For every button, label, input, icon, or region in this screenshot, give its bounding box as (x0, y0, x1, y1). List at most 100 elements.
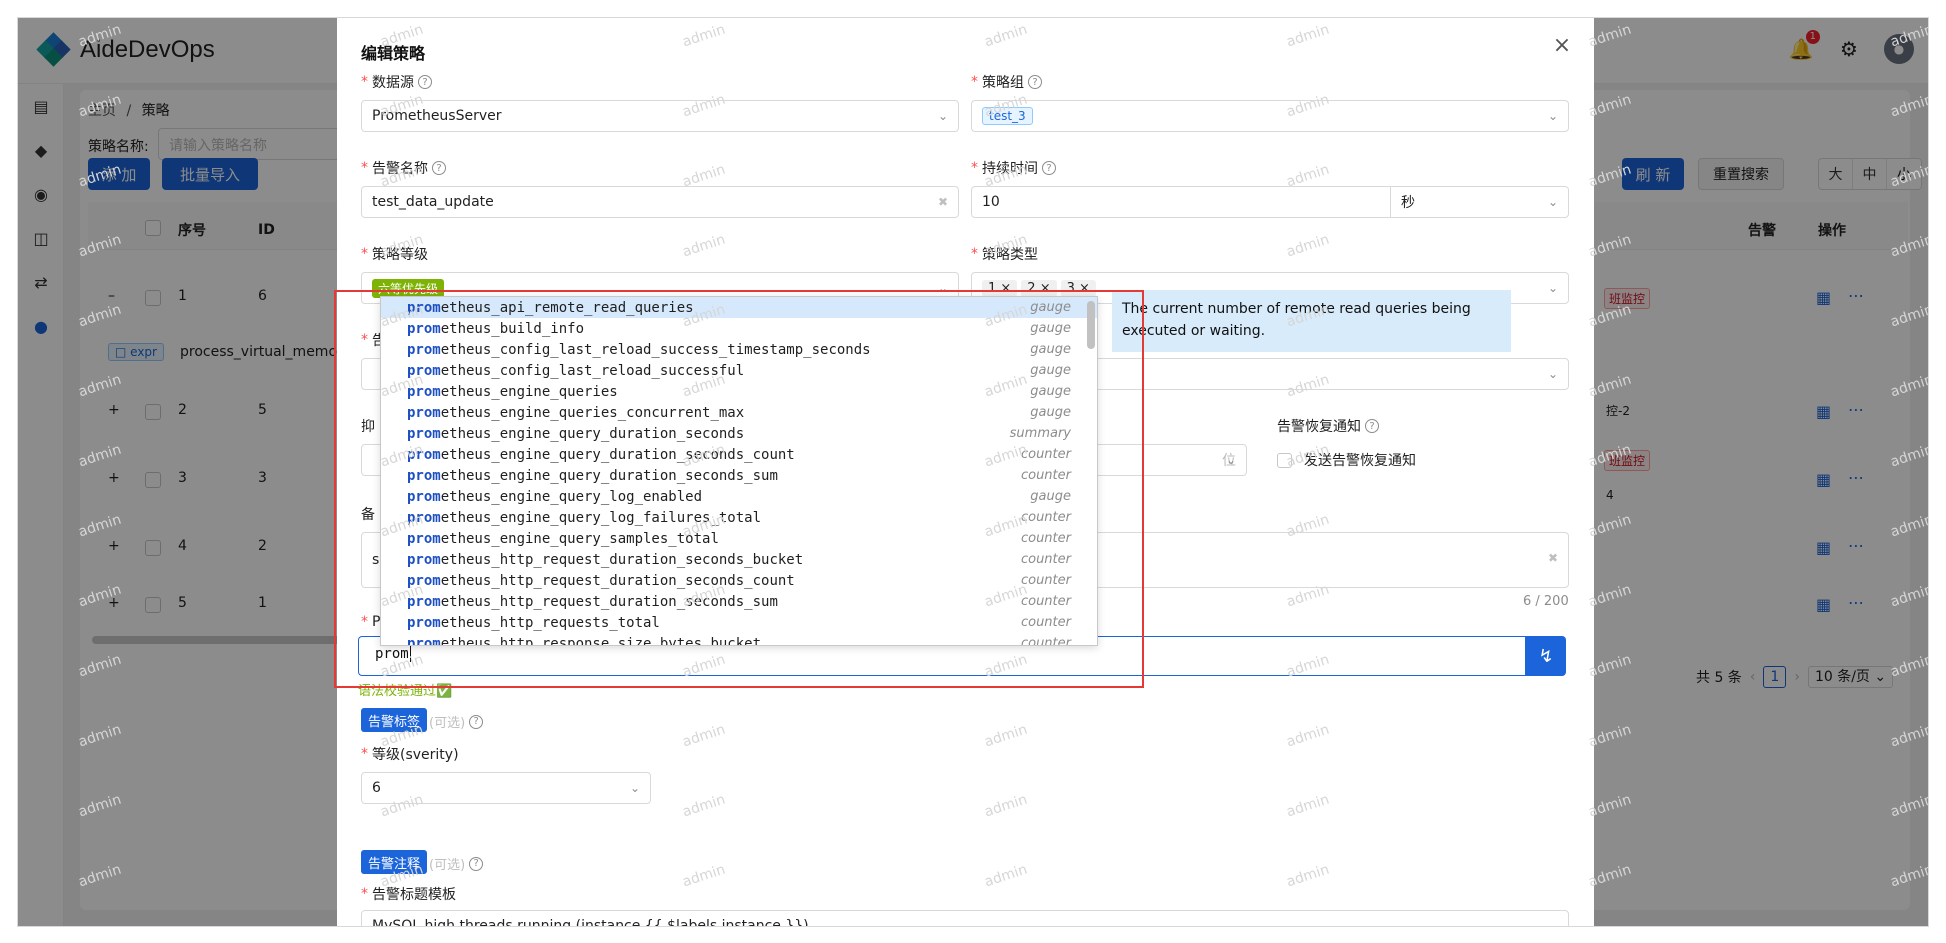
match-highlight: prom (407, 635, 441, 646)
clear-icon[interactable]: ✖ (938, 195, 948, 209)
syntax-check-status: 语法校验通过✅ (358, 684, 453, 699)
autocomplete-item[interactable]: prometheus_engine_query_duration_seconds… (381, 423, 1097, 444)
autocomplete-item[interactable]: prometheus_config_last_reload_success_ti… (381, 339, 1097, 360)
clear-icon[interactable]: ✖ (1548, 551, 1558, 565)
chevron-down-icon: ⌄ (1547, 281, 1558, 295)
severity-label-text: 等级(sverity) (372, 747, 459, 763)
help-icon: ? (1042, 161, 1056, 175)
severity-value: 6 (372, 780, 381, 796)
autocomplete-item[interactable]: prometheus_engine_queries_concurrent_max… (381, 402, 1097, 423)
promql-format-button[interactable]: ↯ (1526, 636, 1566, 676)
metric-type: counter (1020, 468, 1071, 483)
datasource-select[interactable]: PrometheusServer ⌄ (361, 100, 959, 132)
autocomplete-item[interactable]: prometheus_config_last_reload_successful… (381, 360, 1097, 381)
metric-name: prometheus_engine_query_duration_seconds (407, 425, 745, 442)
metric-name: prometheus_engine_query_log_failures_tot… (407, 509, 762, 526)
autocomplete-item[interactable]: prometheus_engine_query_log_failures_tot… (381, 507, 1097, 528)
close-icon[interactable]: × (1548, 32, 1576, 60)
alert-name-label-text: 告警名称 (372, 161, 428, 177)
type-label: * 策略类型 (971, 246, 1038, 263)
title-template-label-text: 告警标题模板 (372, 887, 456, 903)
title-template-input[interactable]: MySQL high threads running (instance {{ … (361, 910, 1569, 926)
help-icon: ? (469, 856, 484, 871)
remark-counter: 6 / 200 (1523, 594, 1569, 609)
type-label-text: 策略类型 (982, 247, 1038, 263)
autocomplete-item[interactable]: prometheus_http_request_duration_seconds… (381, 591, 1097, 612)
title-template-value: MySQL high threads running (instance {{ … (372, 918, 809, 926)
autocomplete-item[interactable]: prometheus_engine_queries gauge (381, 381, 1097, 402)
type-tag[interactable]: 3 × (1060, 279, 1096, 297)
alert-name-input[interactable]: test_data_update ✖ (361, 186, 959, 218)
autocomplete-scrollbar[interactable] (1087, 301, 1095, 349)
datasource-label-text: 数据源 (372, 75, 414, 91)
match-highlight: prom (407, 614, 441, 631)
autocomplete-item[interactable]: prometheus_api_remote_read_queries gauge (381, 297, 1097, 318)
group-tag: test_3 (982, 107, 1033, 125)
chevron-down-icon: ⌄ (629, 781, 640, 795)
autocomplete-item[interactable]: prometheus_http_requests_total counter (381, 612, 1097, 633)
chevron-down-icon: ⌄ (937, 281, 948, 295)
datasource-value: PrometheusServer (372, 108, 502, 124)
metric-type: gauge (1030, 405, 1071, 420)
duration-unit-select[interactable]: 秒 ⌄ (1390, 186, 1569, 218)
help-icon: ? (469, 714, 484, 729)
autocomplete-item[interactable]: prometheus_engine_query_samples_total cou… (381, 528, 1097, 549)
match-highlight: prom (407, 446, 441, 463)
metric-name: prometheus_http_response_size_bytes_buck… (407, 635, 761, 646)
metric-type: counter (1020, 615, 1071, 630)
autocomplete-item[interactable]: prometheus_http_request_duration_seconds… (381, 549, 1097, 570)
metric-type: counter (1020, 552, 1071, 567)
alert-name-value: test_data_update (372, 194, 494, 210)
autocomplete-item[interactable]: prometheus_engine_query_log_enabled gauge (381, 486, 1097, 507)
remark-value-cut: s (372, 552, 380, 568)
checkbox-icon[interactable] (1277, 452, 1292, 468)
recover-label: 告警恢复通知? (1277, 416, 1379, 436)
group-label: * 策略组? (971, 72, 1042, 92)
help-icon: ? (418, 75, 432, 89)
chevron-down-icon: ⌄ (1547, 195, 1558, 209)
help-icon: ? (1365, 419, 1379, 433)
alert-labels-section-badge: 告警标签 (361, 708, 428, 732)
text-cursor (409, 646, 411, 662)
recover-label-text: 告警恢复通知 (1277, 419, 1361, 435)
match-highlight: prom (407, 362, 441, 379)
match-highlight: prom (407, 383, 441, 400)
chevron-down-icon: ⌄ (1547, 367, 1558, 381)
title-template-label: * 告警标题模板 (361, 886, 456, 903)
type-tag[interactable]: 1 × (982, 279, 1018, 297)
app-window: AideDevOps 🔔 1 ⚙ ● ▤ ◆ ◉ ◫ ⇄ ● 主页 / 策略 策略… (18, 18, 1928, 926)
severity-select[interactable]: 6 ⌄ (361, 772, 651, 804)
metric-type: gauge (1030, 384, 1071, 399)
duration-unit: 秒 (1401, 195, 1415, 211)
level-label-text: 策略等级 (372, 247, 428, 263)
metric-name: prometheus_engine_query_duration_seconds… (407, 446, 795, 463)
duration-value: 10 (982, 194, 1000, 210)
duration-label: * 持续时间? (971, 158, 1056, 178)
duration-input[interactable]: 10 (971, 186, 1391, 218)
autocomplete-item[interactable]: prometheus_engine_query_duration_seconds… (381, 465, 1097, 486)
lightning-icon: ↯ (1538, 645, 1554, 667)
match-highlight: prom (407, 425, 441, 442)
autocomplete-item[interactable]: prometheus_http_response_size_bytes_buck… (381, 633, 1097, 646)
modal-title: 编辑策略 (361, 44, 426, 63)
recover-checkbox[interactable]: 发送告警恢复通知 (1277, 450, 1416, 470)
type-tag[interactable]: 2 × (1021, 279, 1057, 297)
autocomplete-item[interactable]: prometheus_http_request_duration_seconds… (381, 570, 1097, 591)
match-highlight: prom (407, 299, 441, 316)
metric-name: prometheus_config_last_reload_success_ti… (407, 341, 871, 358)
group-select[interactable]: test_3 ⌄ (971, 100, 1569, 132)
alert-labels-optional-text: (可选) (429, 716, 466, 731)
autocomplete-item[interactable]: prometheus_build_info gauge (381, 318, 1097, 339)
match-highlight: prom (407, 593, 441, 610)
metric-type: counter (1020, 447, 1071, 462)
autocomplete-item[interactable]: prometheus_engine_query_duration_seconds… (381, 444, 1097, 465)
metric-name: prometheus_api_remote_read_queries (407, 299, 694, 316)
promql-label-cut: * P (361, 614, 381, 630)
metric-name: prometheus_http_requests_total (407, 614, 660, 631)
recover-checkbox-label: 发送告警恢复通知 (1304, 453, 1416, 469)
metric-name: prometheus_http_request_duration_seconds… (407, 551, 804, 568)
match-highlight: prom (407, 509, 441, 526)
match-highlight: prom (407, 320, 441, 337)
help-icon: ? (432, 161, 446, 175)
autocomplete-doc-tooltip: The current number of remote read querie… (1112, 290, 1511, 352)
